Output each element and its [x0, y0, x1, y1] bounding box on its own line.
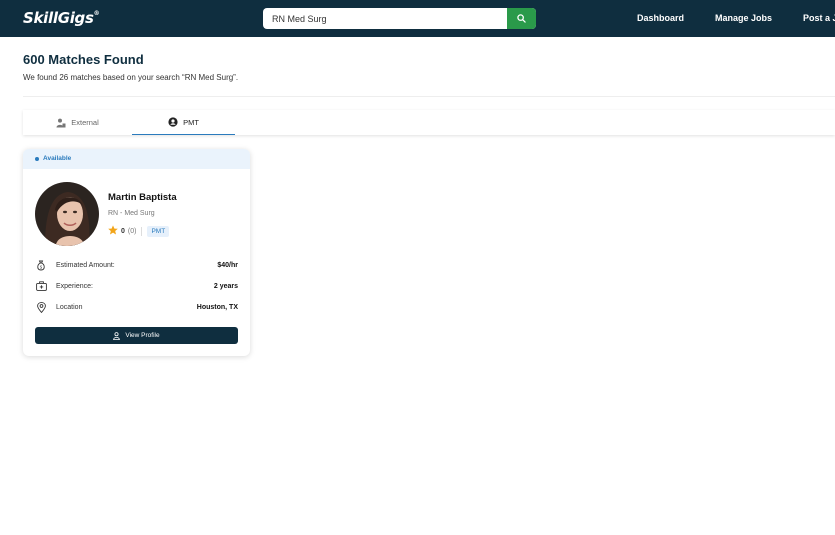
experience-row: Experience: 2 years	[35, 280, 238, 292]
top-navbar: SkillGigs® Dashboard Manage Jobs Post a …	[0, 0, 835, 37]
tab-external[interactable]: External	[23, 110, 132, 135]
money-bag-icon: $	[35, 260, 47, 271]
candidate-name[interactable]: Martin Baptista	[108, 192, 177, 203]
svg-text:$: $	[40, 264, 43, 269]
avatar	[35, 182, 99, 246]
user-icon	[113, 331, 121, 340]
status-badge: Available	[35, 155, 71, 162]
medical-kit-icon	[35, 281, 47, 291]
nav-manage-jobs[interactable]: Manage Jobs	[715, 13, 772, 23]
tab-pmt[interactable]: PMT	[132, 110, 235, 135]
location-row: Location Houston, TX	[35, 301, 238, 313]
card-status-bar: Available	[23, 149, 250, 169]
experience-value: 2 years	[213, 282, 238, 290]
person-building-icon	[56, 118, 66, 128]
rating-count: (0)	[127, 227, 137, 235]
search-bar	[263, 8, 536, 29]
search-icon	[517, 10, 526, 28]
user-circle-icon	[168, 117, 178, 127]
location-pin-icon	[35, 301, 47, 313]
estimated-amount-value: $40/hr	[217, 261, 238, 269]
skillgigs-logo[interactable]: SkillGigs®	[23, 9, 100, 27]
rating-separator	[141, 226, 143, 236]
star-icon	[108, 225, 118, 237]
divider	[23, 96, 835, 97]
search-button[interactable]	[507, 8, 536, 29]
rating-value: 0	[121, 227, 125, 235]
page-title: 600 Matches Found	[23, 52, 144, 67]
candidate-card: Available Martin Baptista RN - Med Surg …	[23, 149, 250, 356]
results-subtitle: We found 26 matches based on your search…	[23, 73, 239, 82]
location-value: Houston, TX	[196, 303, 238, 311]
status-dot	[35, 156, 39, 161]
nav-dashboard[interactable]: Dashboard	[637, 13, 684, 23]
pmt-badge: PMT	[147, 225, 170, 237]
candidate-rating: 0 (0) PMT	[108, 225, 170, 237]
search-input[interactable]	[263, 8, 507, 29]
estimated-amount-row: $ Estimated Amount: $40/hr	[35, 259, 238, 271]
nav-post-a-job[interactable]: Post a Job	[803, 13, 835, 23]
candidate-role: RN - Med Surg	[108, 210, 155, 217]
source-tabs: External PMT	[23, 110, 835, 135]
view-profile-button[interactable]: View Profile	[35, 327, 238, 344]
